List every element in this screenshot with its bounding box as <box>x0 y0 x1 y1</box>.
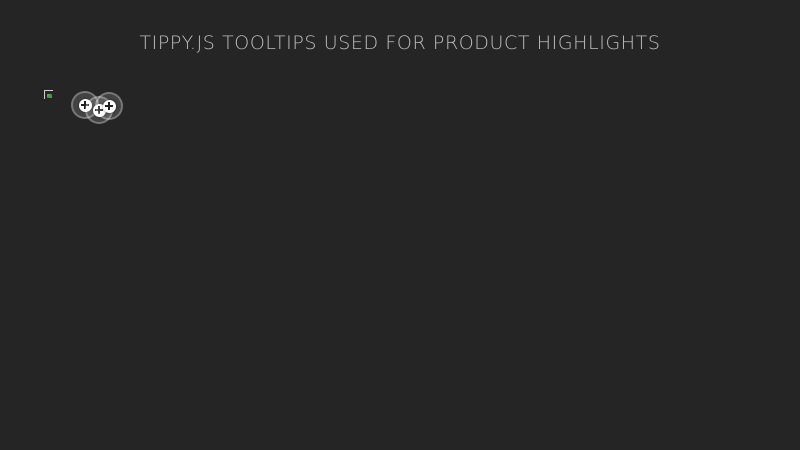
page-title: TIPPY.JS TOOLTIPS USED FOR PRODUCT HIGHL… <box>139 32 661 54</box>
product-highlight-stage <box>40 85 140 135</box>
broken-product-image-icon <box>44 90 53 99</box>
plus-icon-bar <box>105 105 113 107</box>
image-placeholder-icon <box>47 94 52 98</box>
hotspot-dot <box>102 99 116 113</box>
product-hotspot-3[interactable] <box>95 92 123 120</box>
